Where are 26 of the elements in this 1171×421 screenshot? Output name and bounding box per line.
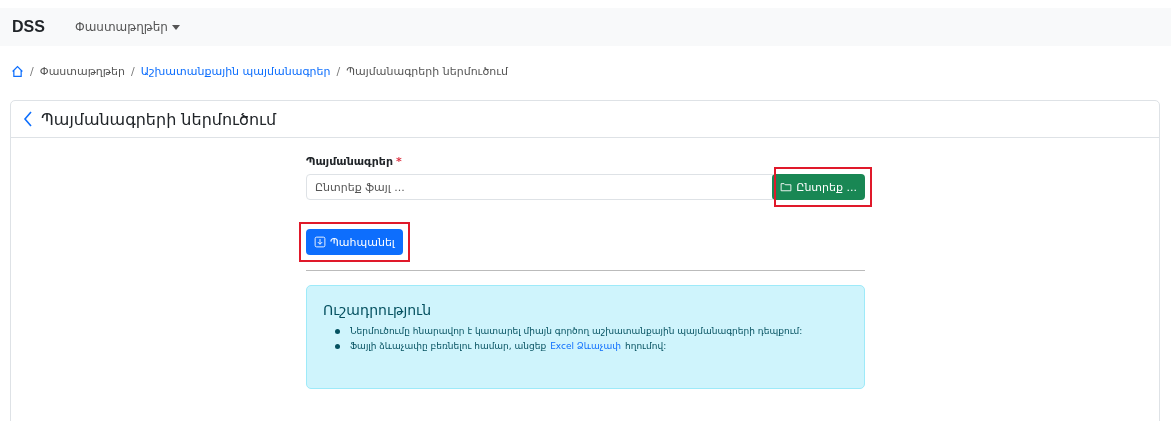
alert-text: Ներմուծումը հնարավոր է կատարել միայն գործող աշխատանքային պայմանագրերի դեպքում: — [350, 326, 803, 336]
download-icon — [314, 236, 326, 248]
alert-title: Ուշադրություն — [323, 302, 433, 318]
browse-button[interactable]: Ընտրեք ... — [772, 174, 865, 200]
caret-icon — [171, 24, 180, 30]
home-icon[interactable] — [11, 64, 24, 78]
breadcrumb-link[interactable]: Աշխատանքային պայմանագրեր — [140, 64, 331, 78]
bullet-icon — [335, 328, 340, 334]
required-mark: * — [396, 155, 402, 168]
brand-logo[interactable]: DSS — [12, 18, 45, 36]
breadcrumb-separator: / — [30, 64, 34, 78]
breadcrumb-item: Պայմանագրերի ներմուծում — [346, 64, 508, 78]
bullet-icon — [335, 343, 340, 349]
back-icon[interactable] — [23, 111, 33, 127]
breadcrumb-item: Փաստաթղթեր — [39, 64, 125, 78]
excel-format-link[interactable]: Excel Ձևաչափ — [550, 341, 621, 351]
field-label: Պայմանագրեր — [306, 155, 393, 168]
alert-text: Ֆայլի ձևաչափը բեռնելու համար, անցեք — [350, 341, 547, 351]
file-input-field[interactable]: Ընտրեք ֆայլ ... — [306, 174, 774, 200]
alert-text: հղումով: — [625, 341, 667, 351]
breadcrumb-separator: / — [130, 64, 135, 78]
folder-icon — [780, 181, 793, 193]
breadcrumb-separator: / — [336, 64, 341, 78]
save-button[interactable]: Պահպանել — [306, 229, 403, 255]
card-title: Պայմանագրերի ներմուծում — [41, 109, 277, 129]
documents-menu[interactable]: Փաստաթղթեր — [74, 20, 180, 34]
